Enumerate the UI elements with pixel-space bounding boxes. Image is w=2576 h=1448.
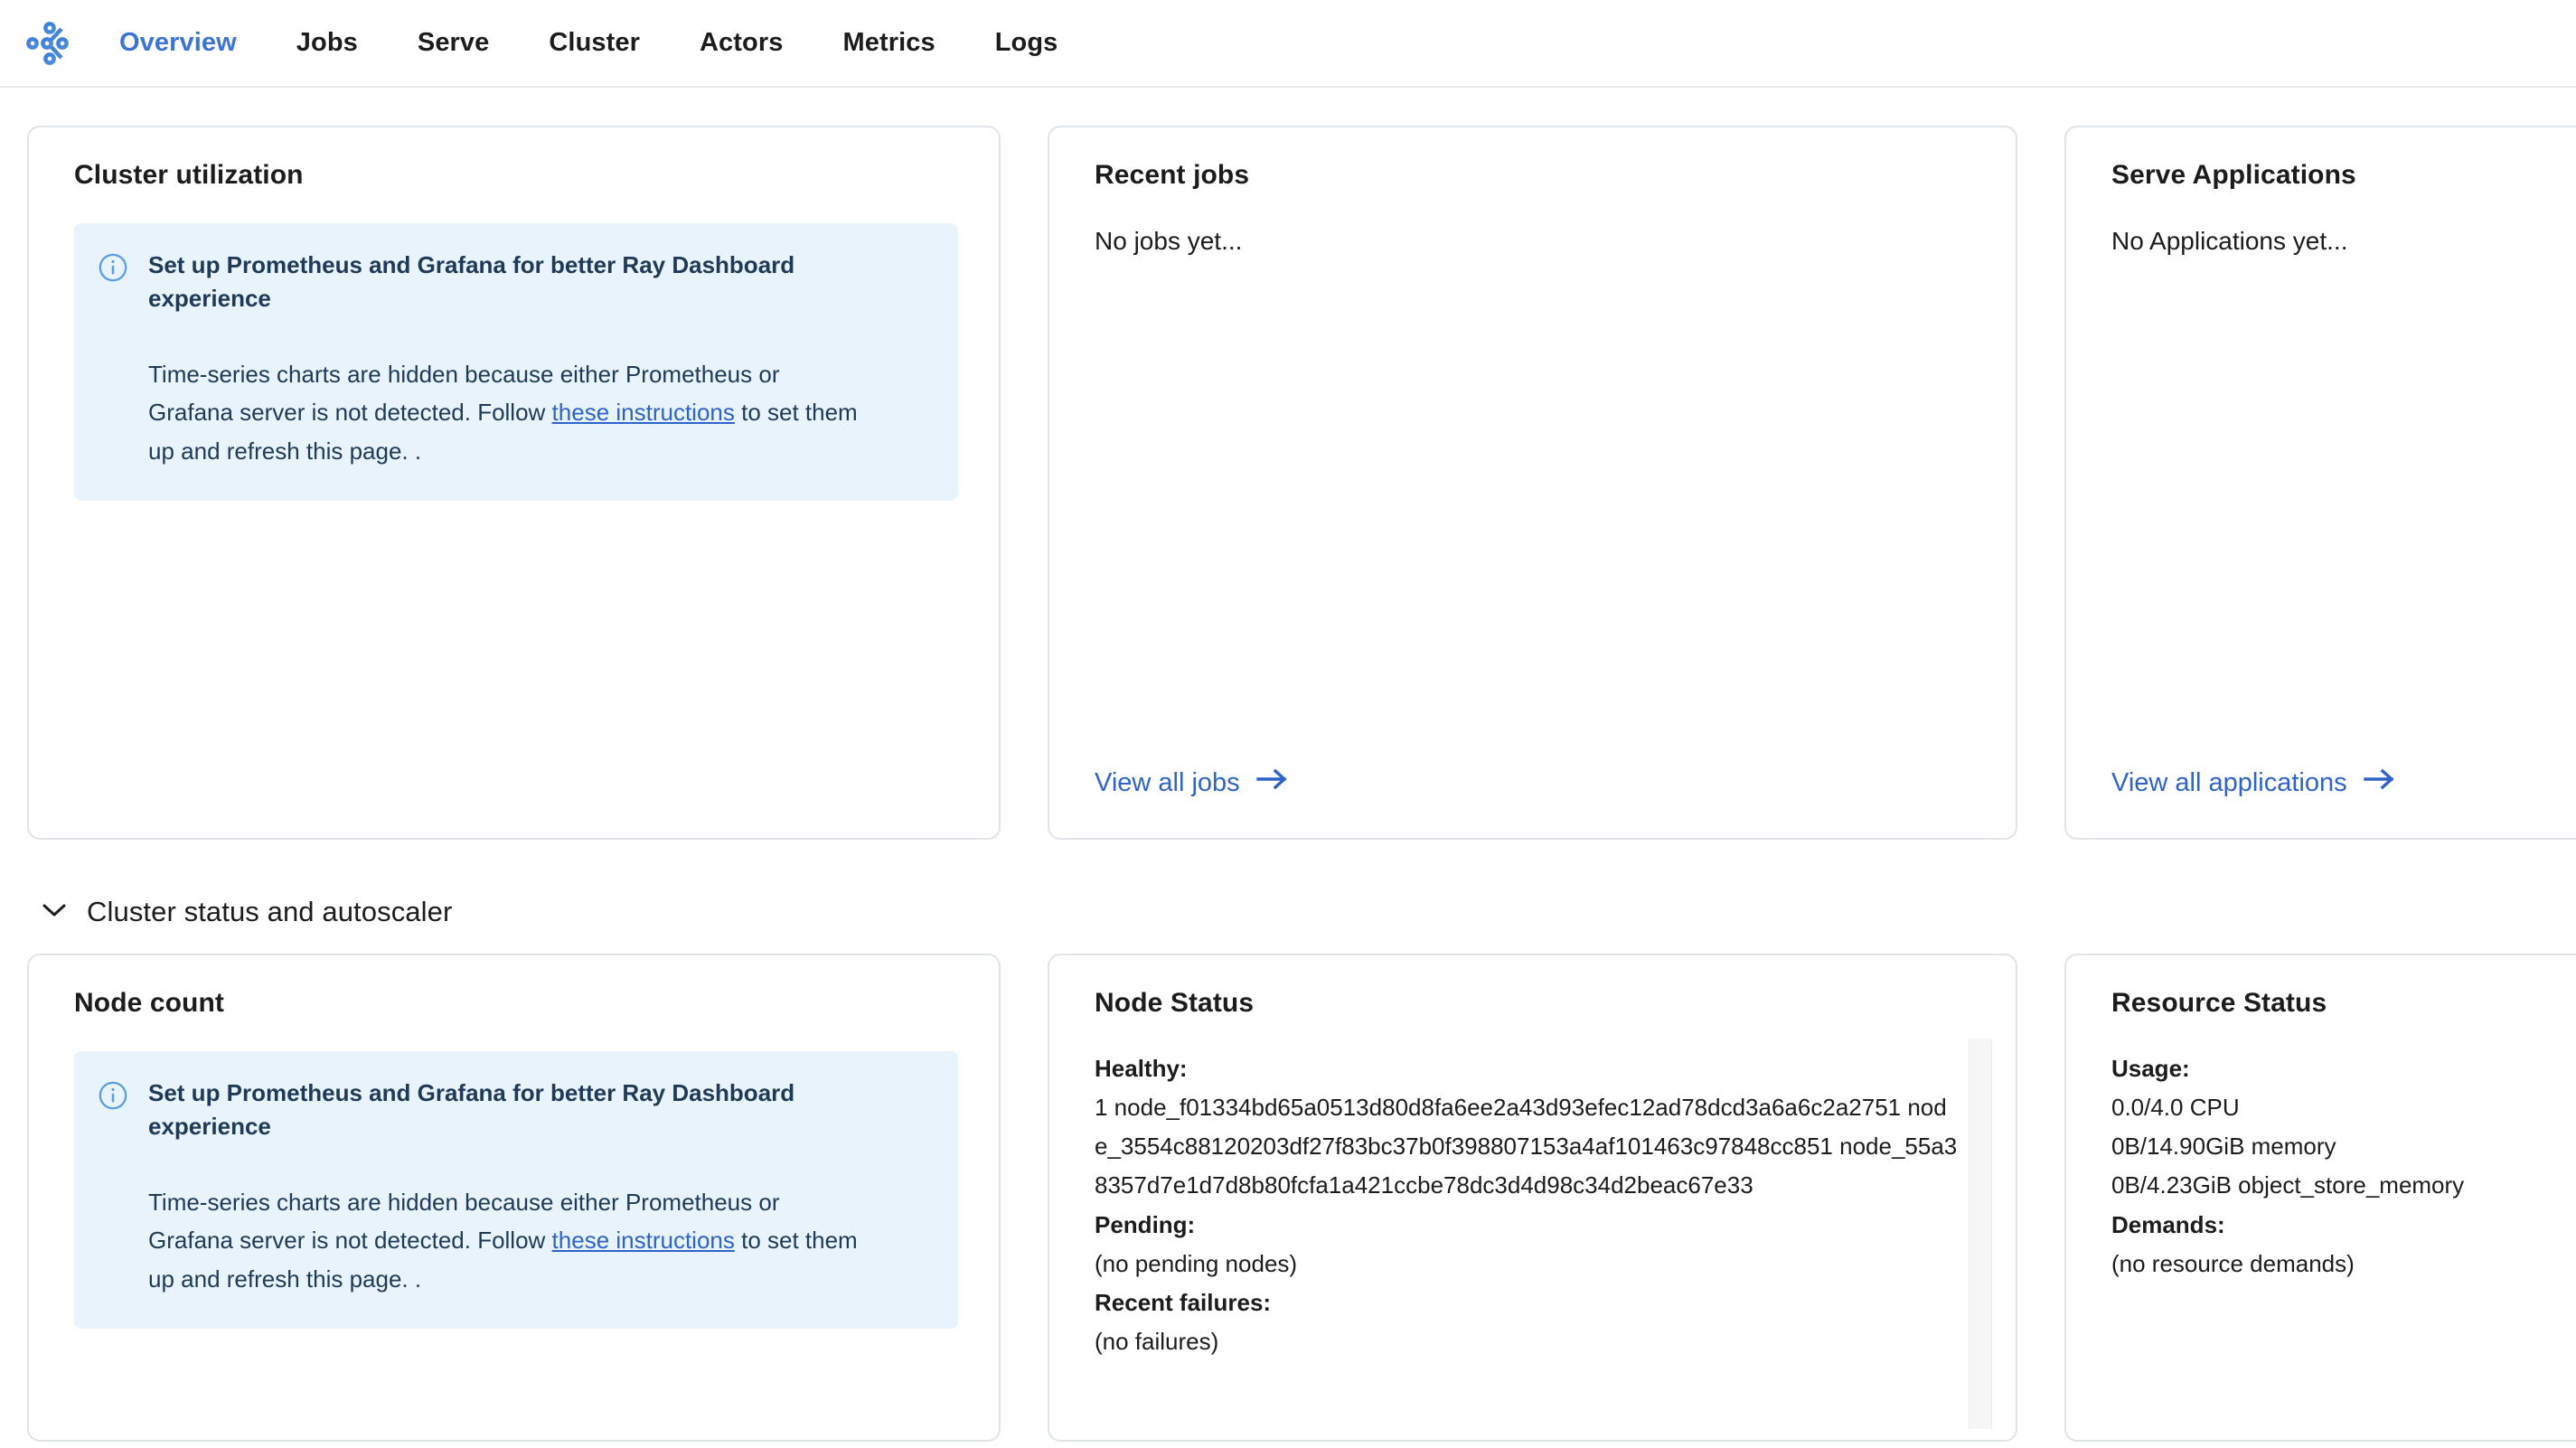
nav-item-serve[interactable]: Serve	[418, 28, 490, 58]
alert-title: Set up Prometheus and Grafana for better…	[148, 251, 795, 312]
nav-item-jobs[interactable]: Jobs	[296, 28, 358, 58]
recent-jobs-empty-text: No jobs yet...	[1095, 227, 1243, 255]
view-all-jobs-label: View all jobs	[1095, 767, 1240, 797]
alert-text: Time-series charts are hidden because ei…	[148, 355, 862, 470]
healthy-value: 1 node_f01334bd65a0513d80d8fa6ee2a43d93e…	[1095, 1094, 1958, 1199]
nav-item-actors[interactable]: Actors	[700, 28, 783, 58]
arrow-right-icon	[2363, 767, 2396, 798]
view-all-jobs-link[interactable]: View all jobs	[1095, 767, 1289, 798]
alert-title: Set up Prometheus and Grafana for better…	[148, 1079, 795, 1140]
cluster-status-section-title: Cluster status and autoscaler	[87, 896, 453, 927]
ray-logo-icon[interactable]	[20, 15, 76, 71]
resource-status-title: Resource Status	[2111, 988, 2327, 1018]
nav-item-logs[interactable]: Logs	[995, 28, 1058, 58]
nav-item-cluster[interactable]: Cluster	[549, 28, 640, 58]
usage-cpu: 0.0/4.0 CPU	[2111, 1094, 2240, 1122]
nav-item-list: Overview Jobs Serve Cluster Actors Metri…	[76, 0, 1058, 86]
serve-applications-card: Serve Applications No Applications yet..…	[2064, 126, 2576, 840]
bottom-card-row: Node count Set up Prometheus and Grafana…	[27, 954, 2576, 1442]
chevron-down-icon[interactable]	[42, 902, 67, 923]
resource-status-body: Usage: 0.0/4.0 CPU 0B/14.90GiB memory 0B…	[2111, 1049, 2576, 1283]
nav-item-metrics[interactable]: Metrics	[842, 28, 935, 58]
resource-status-card: Resource Status Usage: 0.0/4.0 CPU 0B/14…	[2064, 954, 2576, 1442]
info-circle-icon	[98, 252, 128, 470]
healthy-label: Healthy:	[1095, 1055, 1188, 1082]
serve-applications-empty-text: No Applications yet...	[2111, 227, 2348, 255]
these-instructions-link[interactable]: these instructions	[552, 399, 735, 426]
usage-label: Usage:	[2111, 1055, 2190, 1082]
alert-body: Set up Prometheus and Grafana for better…	[148, 249, 931, 470]
node-status-scrollbar[interactable]	[1968, 1039, 1992, 1429]
node-status-title: Node Status	[1095, 988, 1255, 1018]
view-all-applications-link[interactable]: View all applications	[2111, 767, 2396, 798]
info-circle-icon	[98, 1080, 128, 1298]
page-content: Cluster utilization Set up Prometheus an…	[0, 88, 2576, 1442]
these-instructions-link[interactable]: these instructions	[552, 1227, 735, 1254]
node-count-title: Node count	[74, 988, 224, 1018]
recent-failures-value: (no failures)	[1095, 1328, 1219, 1356]
top-navbar: Overview Jobs Serve Cluster Actors Metri…	[0, 0, 2576, 88]
pending-value: (no pending nodes)	[1095, 1249, 1298, 1277]
demands-label: Demands:	[2111, 1210, 2225, 1238]
cluster-utilization-title: Cluster utilization	[74, 160, 304, 190]
usage-object-store-memory: 0B/4.23GiB object_store_memory	[2111, 1171, 2465, 1199]
cluster-utilization-card: Cluster utilization Set up Prometheus an…	[27, 126, 1001, 840]
recent-jobs-title: Recent jobs	[1095, 160, 1250, 190]
serve-applications-title: Serve Applications	[2111, 160, 2356, 190]
node-count-card: Node count Set up Prometheus and Grafana…	[27, 954, 1001, 1442]
recent-failures-label: Recent failures:	[1095, 1288, 1272, 1316]
top-card-row: Cluster utilization Set up Prometheus an…	[27, 126, 2576, 840]
view-all-applications-label: View all applications	[2111, 767, 2347, 797]
demands-value: (no resource demands)	[2111, 1249, 2355, 1277]
prometheus-grafana-alert: Set up Prometheus and Grafana for better…	[74, 223, 958, 501]
prometheus-grafana-alert: Set up Prometheus and Grafana for better…	[74, 1051, 958, 1329]
recent-jobs-card: Recent jobs No jobs yet... View all jobs	[1048, 126, 2017, 840]
usage-memory: 0B/14.90GiB memory	[2111, 1133, 2336, 1161]
node-status-card: Node Status Healthy: 1 node_f01334bd65a0…	[1048, 954, 2017, 1442]
node-status-body: Healthy: 1 node_f01334bd65a0513d80d8fa6e…	[1095, 1049, 1983, 1361]
cluster-status-section-header[interactable]: Cluster status and autoscaler	[42, 896, 2549, 928]
alert-text: Time-series charts are hidden because ei…	[148, 1183, 862, 1298]
pending-label: Pending:	[1095, 1210, 1196, 1238]
alert-body: Set up Prometheus and Grafana for better…	[148, 1077, 931, 1298]
arrow-right-icon	[1255, 767, 1289, 798]
nav-item-overview[interactable]: Overview	[119, 28, 237, 58]
